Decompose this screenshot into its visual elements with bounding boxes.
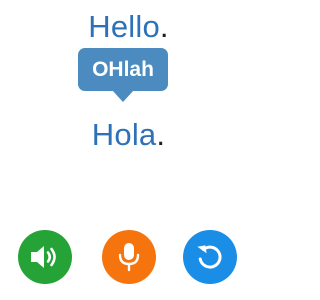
replay-button[interactable] (183, 230, 237, 284)
translated-word: Hola (91, 117, 157, 152)
speaker-button[interactable] (18, 230, 72, 284)
bubble-tail (112, 90, 134, 102)
pronunciation-bubble: OHlah (78, 48, 168, 91)
source-word: Hello (88, 9, 160, 44)
source-period: . (159, 9, 169, 44)
translated-phrase: Hola. (0, 117, 257, 153)
source-phrase: Hello. (0, 9, 257, 45)
pronunciation-text: OHlah (92, 58, 154, 81)
microphone-button[interactable] (102, 230, 156, 284)
replay-icon (197, 245, 222, 269)
microphone-icon (118, 243, 140, 272)
translated-period: . (156, 117, 166, 152)
speaker-volume-icon (31, 246, 56, 268)
